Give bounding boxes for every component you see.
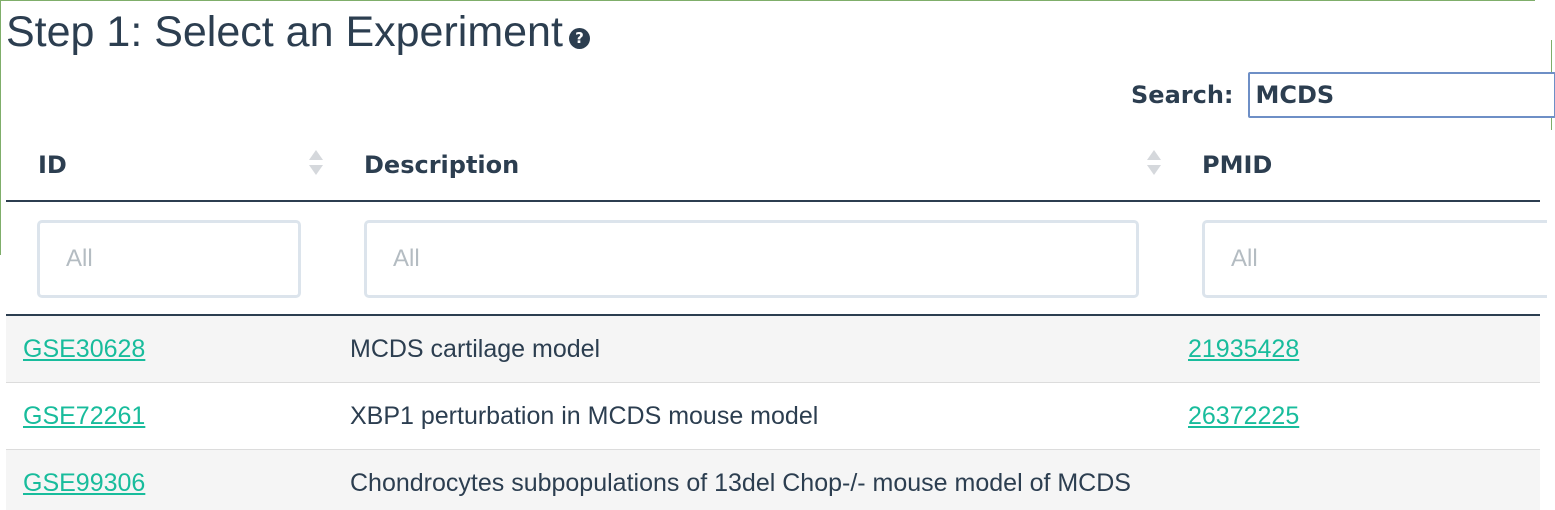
filter-id-input[interactable] (37, 220, 301, 298)
column-header-description[interactable]: Description (364, 130, 519, 200)
row-pmid-cell: 21935428 (1188, 316, 1299, 382)
experiment-id-link[interactable]: GSE99306 (23, 469, 145, 498)
row-pmid-cell: 26372225 (1188, 383, 1299, 449)
row-id-cell: GSE72261 (23, 383, 145, 449)
question-circle-icon[interactable]: ? (568, 27, 590, 49)
table-filter-row (6, 202, 1547, 316)
search-label: Search: (1131, 81, 1234, 109)
sort-down-icon (309, 165, 323, 175)
experiment-id-link[interactable]: GSE72261 (23, 402, 145, 431)
panel-border-left (0, 0, 1, 255)
experiment-id-link[interactable]: GSE30628 (23, 335, 145, 364)
page-title: Step 1: Select an Experiment (6, 7, 563, 56)
sort-up-icon (309, 150, 323, 160)
search-input[interactable] (1247, 72, 1555, 118)
row-id-cell: GSE99306 (23, 450, 145, 510)
pmid-link[interactable]: 26372225 (1188, 402, 1299, 431)
sort-down-icon (1147, 165, 1161, 175)
filter-description-input[interactable] (364, 220, 1139, 298)
experiments-table: ID Description PMID GSE30628 MCDS cartil… (6, 130, 1547, 510)
row-description-cell: Chondrocytes subpopulations of 13del Cho… (350, 468, 1131, 497)
table-row[interactable]: GSE99306 Chondrocytes subpopulations of … (6, 450, 1540, 510)
title-row: Step 1: Select an Experiment ? (6, 4, 590, 60)
row-id-cell: GSE30628 (23, 316, 145, 382)
sort-icon[interactable] (1147, 150, 1161, 178)
panel-border-top (0, 0, 1535, 1)
column-header-pmid[interactable]: PMID (1202, 130, 1272, 200)
table-header-row: ID Description PMID (6, 130, 1540, 202)
experiment-selector-panel: Step 1: Select an Experiment ? Search: I… (0, 0, 1555, 510)
filter-pmid-input[interactable] (1202, 220, 1547, 298)
row-description-cell: XBP1 perturbation in MCDS mouse model (350, 401, 819, 430)
table-row[interactable]: GSE72261 XBP1 perturbation in MCDS mouse… (6, 383, 1540, 450)
column-header-id[interactable]: ID (38, 130, 67, 200)
sort-up-icon (1147, 150, 1161, 160)
row-description-cell: MCDS cartilage model (350, 334, 601, 363)
pmid-link[interactable]: 21935428 (1188, 335, 1299, 364)
search-container: Search: (1131, 72, 1555, 118)
table-row[interactable]: GSE30628 MCDS cartilage model 21935428 (6, 316, 1540, 383)
sort-icon[interactable] (309, 150, 323, 178)
